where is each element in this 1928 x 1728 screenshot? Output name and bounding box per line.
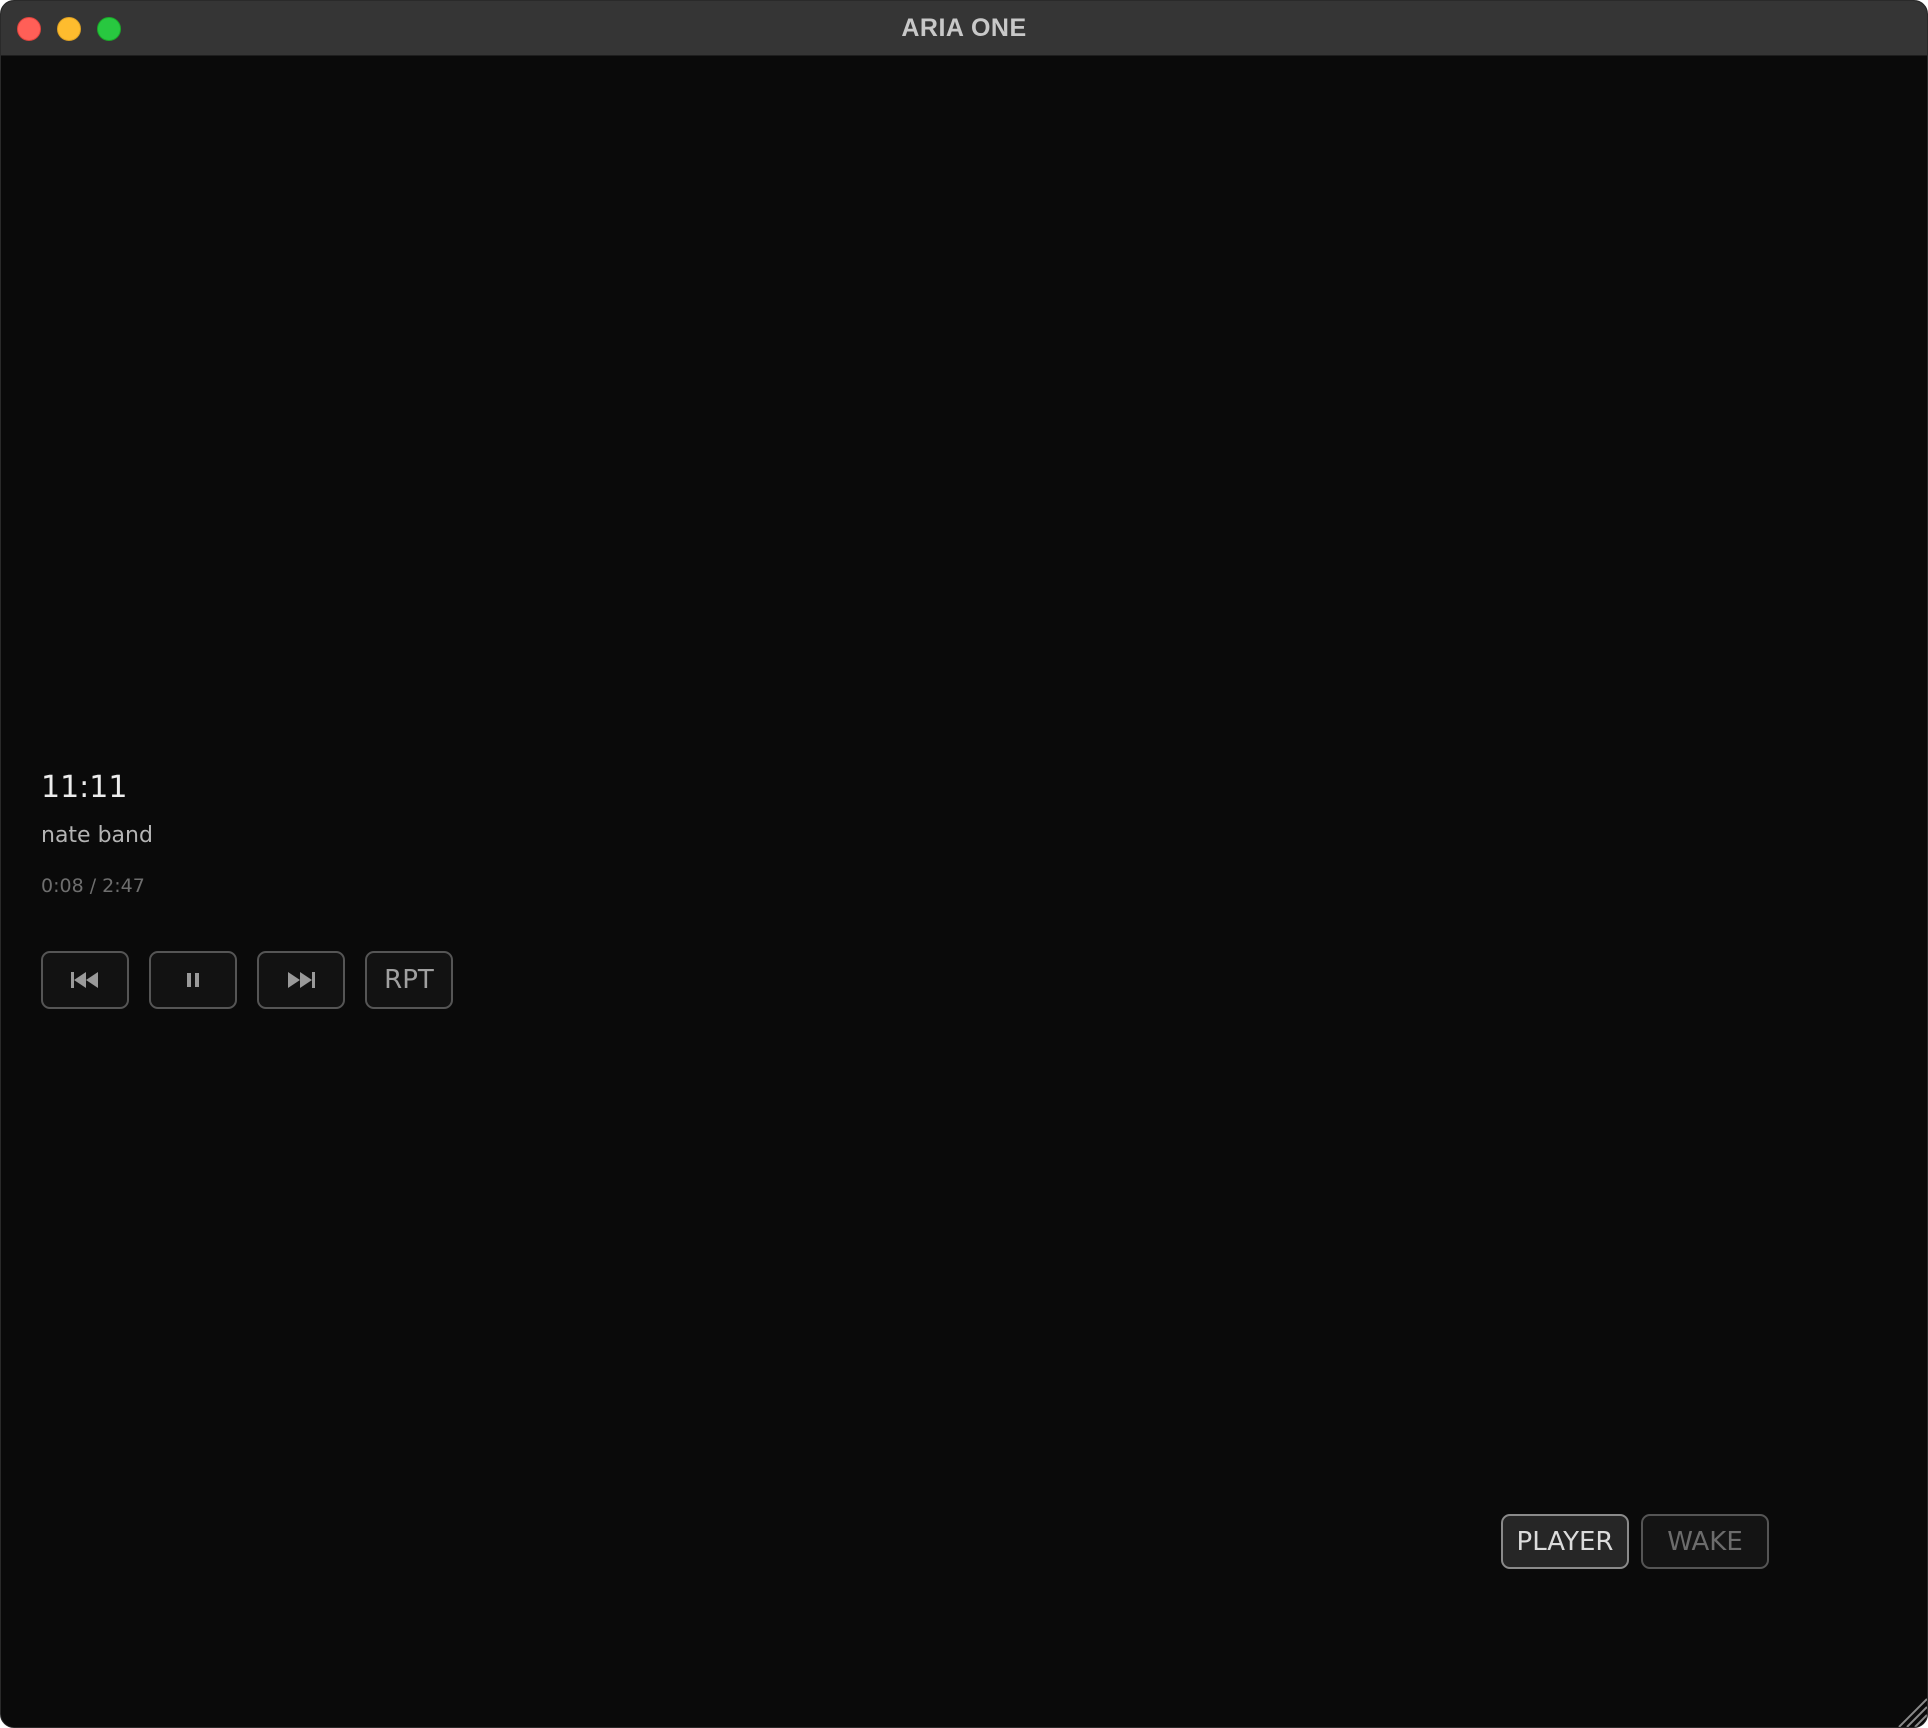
previous-track-button[interactable] [41, 951, 129, 1009]
pause-button[interactable] [149, 951, 237, 1009]
wake-mode-button[interactable]: WAKE [1641, 1514, 1769, 1569]
pause-icon [187, 973, 199, 987]
skip-next-icon [288, 972, 315, 988]
title-bar[interactable]: ARIA ONE [1, 1, 1927, 56]
app-window: ARIA ONE 11:11 nate band 0:08 / 2:47 RPT… [0, 0, 1928, 1728]
skip-previous-icon [71, 972, 98, 988]
track-title: 11:11 [41, 770, 128, 805]
repeat-button[interactable]: RPT [365, 951, 453, 1009]
next-track-button[interactable] [257, 951, 345, 1009]
player-mode-button[interactable]: PLAYER [1501, 1514, 1629, 1569]
resize-grip-icon[interactable] [1887, 1687, 1927, 1727]
player-view: 11:11 nate band 0:08 / 2:47 RPT PLAYER W… [1, 56, 1927, 1727]
track-time: 0:08 / 2:47 [41, 875, 145, 897]
track-artist: nate band [41, 823, 153, 848]
window-title: ARIA ONE [901, 14, 1027, 42]
